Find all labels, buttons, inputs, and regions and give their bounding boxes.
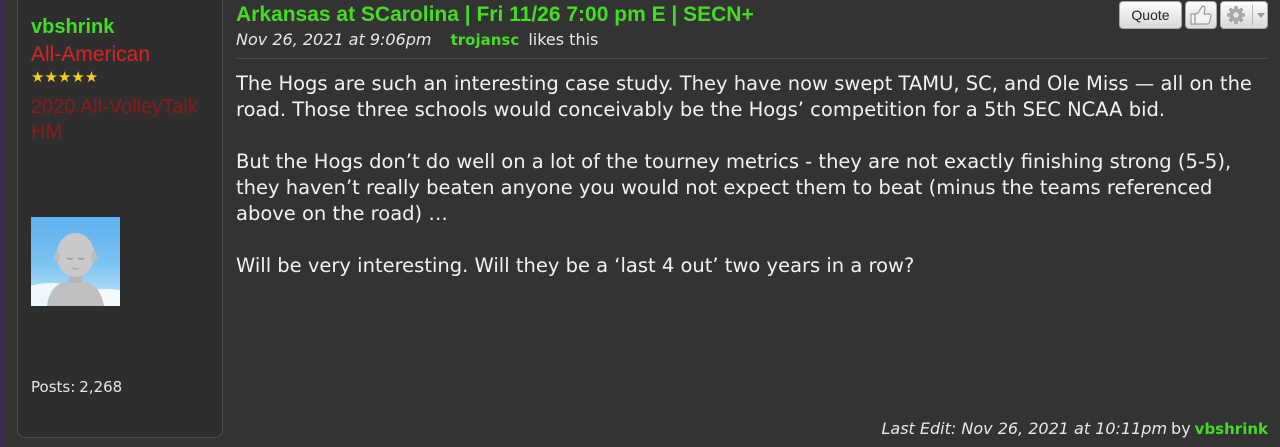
default-avatar-icon: [31, 233, 120, 306]
post-meta: Nov 26, 2021 at 9:06pm trojansc likes th…: [236, 30, 598, 49]
like-button[interactable]: [1185, 1, 1217, 29]
post-paragraph: Will be very interesting. Will they be a…: [236, 254, 915, 277]
post-count: Posts: 2,268: [31, 378, 122, 396]
thread-title-link[interactable]: Arkansas at SCarolina | Fri 11/26 7:00 p…: [236, 3, 754, 27]
rank-stars-icon: ★★★★★: [31, 68, 99, 86]
last-edit-info: Last Edit: Nov 26, 2021 at 10:11pm by vbsh…: [882, 419, 1269, 438]
user-rank: All-American: [31, 43, 151, 66]
header-divider: [236, 58, 1268, 59]
posts-label: Posts:: [31, 378, 76, 396]
thumbs-up-icon: [1190, 5, 1212, 25]
post-date-link[interactable]: Nov 26, 2021 at 9:06pm: [236, 30, 431, 49]
liker-username-link[interactable]: trojansc: [451, 31, 520, 49]
avatar[interactable]: [31, 217, 120, 306]
editor-username-link[interactable]: vbshrink: [1195, 420, 1268, 438]
quote-button[interactable]: Quote: [1119, 1, 1182, 29]
post-main: Arkansas at SCarolina | Fri 11/26 7:00 p…: [223, 0, 1280, 447]
user-award: 2020 All-VolleyTalk HM: [31, 96, 198, 143]
post-body: The Hogs are such an interesting case st…: [236, 71, 1266, 305]
button-separator: [1252, 5, 1253, 25]
post-paragraph: But the Hogs don’t do well on a lot of t…: [236, 150, 1232, 225]
by-text: by: [1171, 419, 1191, 438]
last-edit-text: Last Edit: Nov 26, 2021 at 10:11pm: [881, 419, 1168, 438]
user-panel: vbshrink All-American ★★★★★ 2020 All-Vol…: [17, 0, 223, 438]
likes-text: likes this: [528, 30, 599, 49]
gear-icon: [1227, 6, 1245, 24]
post-paragraph: The Hogs are such an interesting case st…: [236, 72, 1252, 121]
chevron-down-icon[interactable]: [1257, 13, 1265, 18]
posts-value: 2,268: [79, 378, 123, 396]
username-link[interactable]: vbshrink: [31, 16, 114, 39]
post-options-button[interactable]: [1220, 1, 1268, 29]
post-container: vbshrink All-American ★★★★★ 2020 All-Vol…: [0, 0, 1280, 447]
